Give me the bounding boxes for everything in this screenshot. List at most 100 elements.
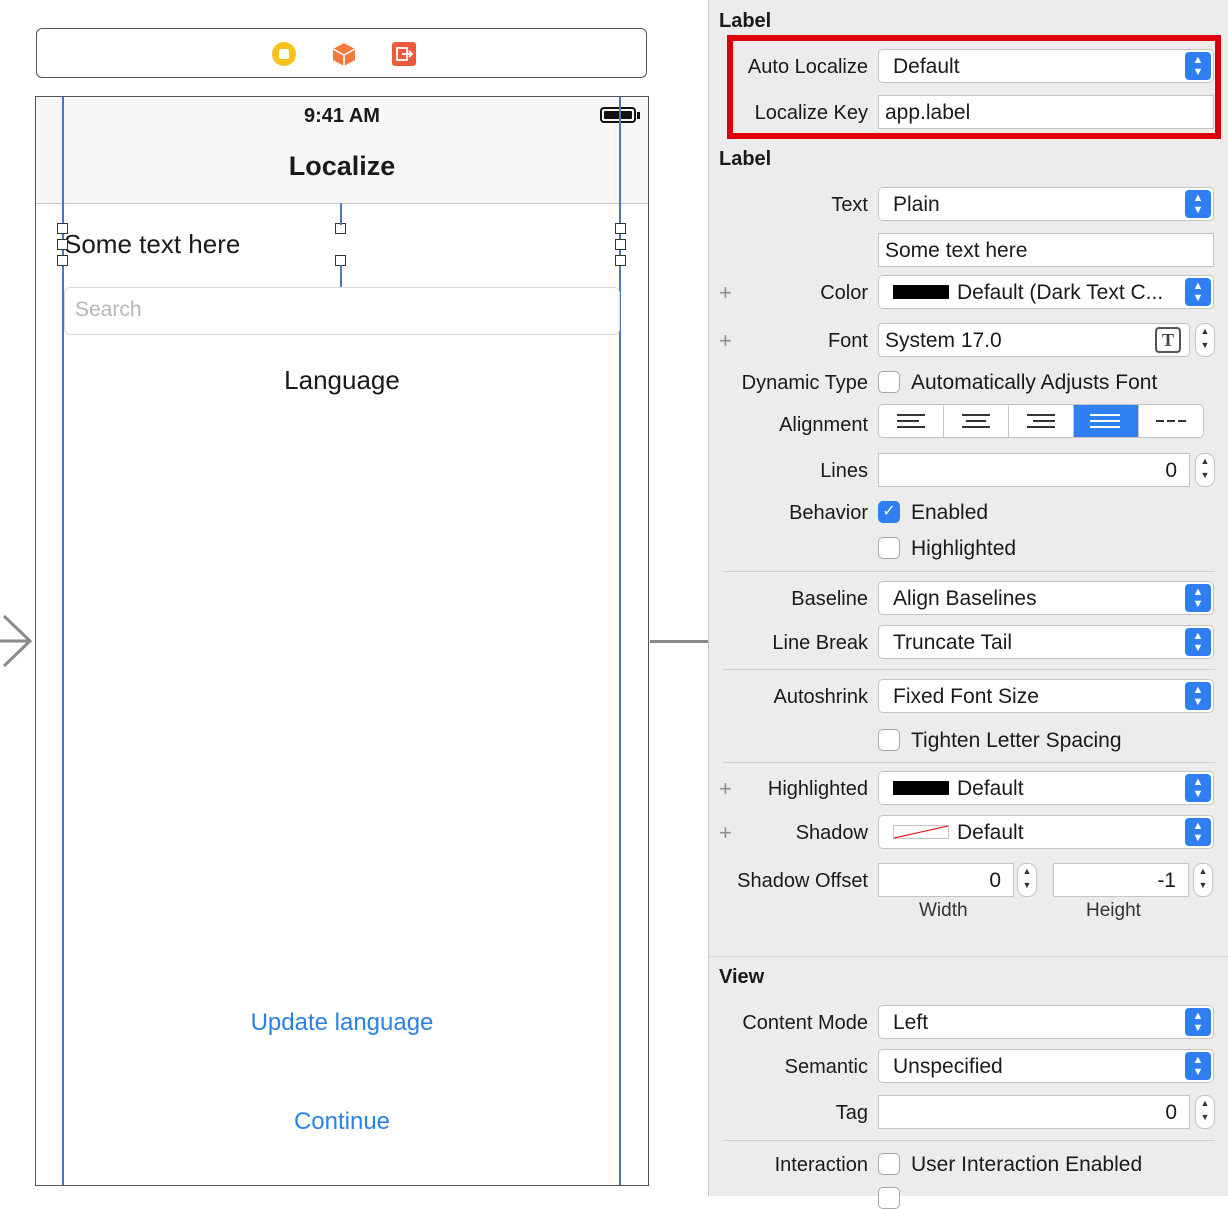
nav-title: Localize	[288, 151, 396, 181]
behavior-label: Behavior	[789, 502, 868, 524]
shadow-width-value: 0	[989, 869, 1001, 892]
align-left-icon[interactable]	[879, 405, 944, 437]
device-scene[interactable]: 9:41 AM Localize Some text here Search L…	[35, 96, 649, 1186]
font-value: System 17.0	[885, 329, 1002, 352]
update-language-button[interactable]: Update language	[36, 1009, 648, 1037]
interaction-label: Interaction	[774, 1154, 868, 1176]
shadow-offset-label: Shadow Offset	[737, 870, 868, 892]
section-separator	[709, 956, 1228, 957]
tag-stepper[interactable]: ▲ ▼	[1195, 1095, 1215, 1129]
shadow-popup[interactable]: Default ▲ ▼	[878, 815, 1214, 849]
exit-icon[interactable]	[391, 41, 417, 67]
line-break-label: Line Break	[772, 632, 868, 654]
divider	[723, 1140, 1215, 1141]
adjusts-font-checkbox[interactable]	[878, 371, 900, 393]
baseline-popup[interactable]: Align Baselines ▲ ▼	[878, 581, 1214, 615]
battery-icon	[600, 107, 636, 123]
resize-handle[interactable]	[615, 255, 626, 266]
text-label: Text	[831, 194, 868, 216]
status-time: 9:41 AM	[304, 105, 380, 127]
divider	[723, 571, 1215, 572]
popup-arrows-icon: ▲ ▼	[1185, 584, 1211, 612]
shadow-height-field[interactable]: -1	[1053, 863, 1189, 897]
align-right-icon[interactable]	[1009, 405, 1074, 437]
font-size-stepper[interactable]: ▲ ▼	[1195, 323, 1215, 357]
resize-handle[interactable]	[57, 239, 68, 250]
adjusts-font-option: Automatically Adjusts Font	[911, 371, 1158, 394]
autoshrink-value: Fixed Font Size	[893, 685, 1039, 708]
semantic-value: Unspecified	[893, 1055, 1003, 1078]
highlighted-color-popup[interactable]: Default ▲ ▼	[878, 771, 1214, 805]
divider	[723, 669, 1215, 670]
tag-field[interactable]: 0	[878, 1095, 1190, 1129]
popup-arrows-icon: ▲ ▼	[1185, 1052, 1211, 1080]
align-justified-icon[interactable]	[1074, 405, 1139, 437]
popup-arrows-icon: ▲ ▼	[1185, 682, 1211, 710]
text-type-value: Plain	[893, 193, 940, 216]
autoshrink-popup[interactable]: Fixed Font Size ▲ ▼	[878, 679, 1214, 713]
enabled-option: Enabled	[911, 501, 989, 524]
tag-value: 0	[1165, 1101, 1177, 1124]
align-natural-icon[interactable]	[1139, 405, 1203, 437]
alignment-label: Alignment	[779, 414, 868, 436]
enabled-checkbox[interactable]: ✓	[878, 501, 900, 523]
popup-arrows-icon: ▲ ▼	[1185, 1008, 1211, 1036]
font-field[interactable]: System 17.0 T	[878, 323, 1190, 357]
popup-arrows-icon: ▲ ▼	[1185, 278, 1211, 306]
shadow-width-stepper[interactable]: ▲ ▼	[1017, 863, 1037, 897]
lines-stepper[interactable]: ▲ ▼	[1195, 453, 1215, 487]
semantic-popup[interactable]: Unspecified ▲ ▼	[878, 1049, 1214, 1083]
section-title-label: Label	[719, 148, 772, 170]
text-content-field[interactable]: Some text here	[878, 233, 1214, 267]
user-interaction-checkbox[interactable]	[878, 1153, 900, 1175]
tighten-spacing-checkbox[interactable]	[878, 729, 900, 751]
text-type-popup[interactable]: Plain ▲ ▼	[878, 187, 1214, 221]
no-color-swatch	[893, 825, 949, 839]
first-responder-icon[interactable]	[331, 41, 357, 67]
highlighted-option: Highlighted	[911, 537, 1017, 560]
resize-handle[interactable]	[615, 239, 626, 250]
shadow-width-field[interactable]: 0	[878, 863, 1014, 897]
section-title-localize: Label	[719, 10, 772, 32]
highlight-box	[727, 35, 1221, 139]
constraint-line	[340, 265, 342, 287]
highlighted-checkbox[interactable]	[878, 537, 900, 559]
lines-field[interactable]: 0	[878, 453, 1190, 487]
font-picker-icon[interactable]: T	[1155, 327, 1181, 353]
shadow-height-value: -1	[1157, 869, 1176, 892]
font-label: Font	[827, 330, 868, 352]
search-bar[interactable]: Search	[64, 287, 620, 335]
lines-value: 0	[1165, 459, 1177, 482]
attributes-inspector: Label Auto Localize Default ▲ ▼ Localize …	[708, 0, 1228, 1209]
color-popup[interactable]: Default (Dark Text C... ▲ ▼	[878, 275, 1214, 309]
align-center-icon[interactable]	[944, 405, 1009, 437]
user-interaction-option: User Interaction Enabled	[911, 1153, 1143, 1176]
line-break-popup[interactable]: Truncate Tail ▲ ▼	[878, 625, 1214, 659]
resize-handle[interactable]	[615, 223, 626, 234]
content-mode-popup[interactable]: Left ▲ ▼	[878, 1005, 1214, 1039]
resize-handle[interactable]	[57, 223, 68, 234]
color-value: Default (Dark Text C...	[957, 281, 1164, 304]
constraint-line	[340, 203, 342, 225]
partial-checkbox[interactable]	[878, 1187, 900, 1209]
divider	[723, 762, 1215, 763]
popup-arrows-icon: ▲ ▼	[1185, 774, 1211, 802]
width-caption: Width	[919, 900, 968, 921]
line-break-value: Truncate Tail	[893, 631, 1013, 654]
popup-arrows-icon: ▲ ▼	[1185, 818, 1211, 846]
section-title-view: View	[719, 966, 765, 988]
view-controller-icon[interactable]	[271, 41, 297, 67]
baseline-label: Baseline	[791, 588, 868, 610]
search-placeholder: Search	[75, 298, 142, 321]
autoshrink-label: Autoshrink	[773, 686, 869, 708]
shadow-height-stepper[interactable]: ▲ ▼	[1193, 863, 1213, 897]
color-swatch	[893, 781, 949, 795]
resize-handle[interactable]	[57, 255, 68, 266]
color-label: Color	[820, 282, 868, 304]
battery-tip	[637, 112, 640, 119]
selected-label[interactable]: Some text here	[64, 229, 240, 260]
shadow-value: Default	[957, 821, 1024, 844]
scene-dock	[36, 28, 647, 78]
alignment-control[interactable]	[878, 404, 1204, 438]
continue-button[interactable]: Continue	[36, 1108, 648, 1136]
